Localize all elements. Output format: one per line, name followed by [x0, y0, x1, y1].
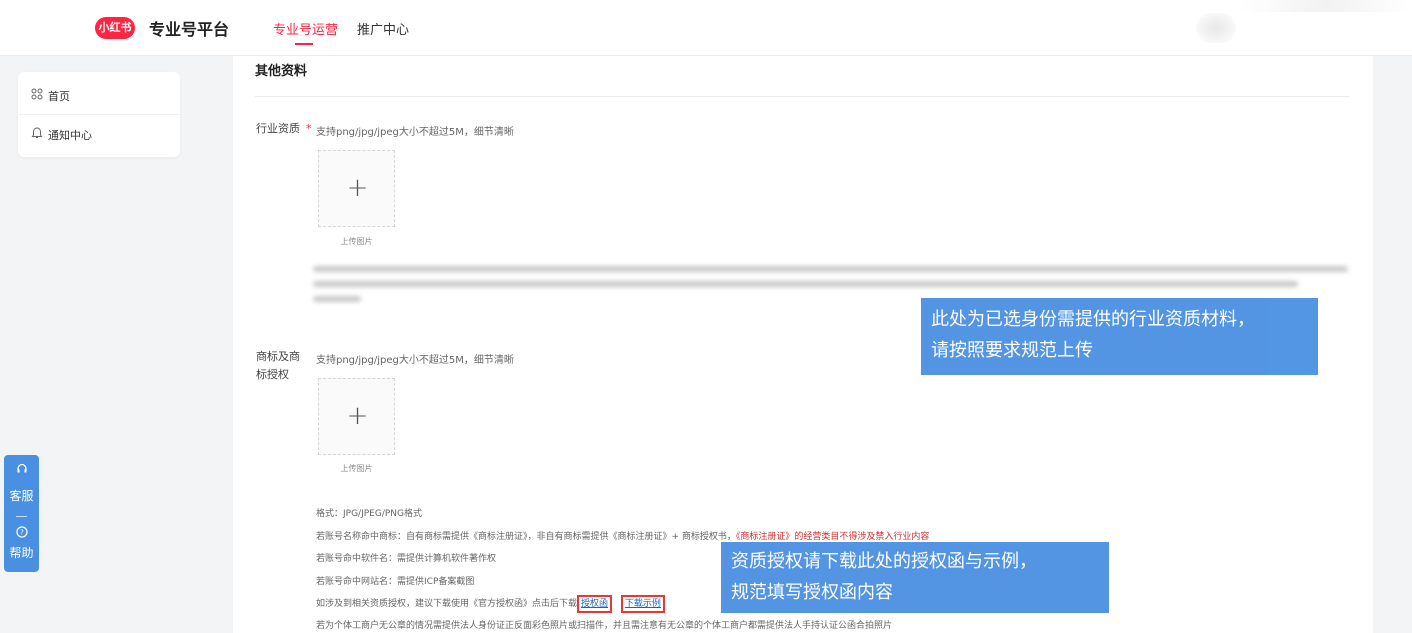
website-note: 若账号命中网站名：需提供ICP备案截图: [316, 577, 475, 587]
avatar[interactable]: [1196, 13, 1236, 43]
sidebar-item-label: 首页: [48, 90, 70, 103]
tab-promotion-center[interactable]: 推广中心: [357, 19, 409, 38]
annotation-industry-materials: 此处为已选身份需提供的行业资质材料， 请按照要求规范上传: [921, 298, 1318, 375]
right-gutter: [1373, 56, 1412, 633]
authorization-letter-link[interactable]: 授权函: [577, 595, 613, 613]
trademark-note: 若账号名称命中商标：自有商标需提供《商标注册证》，非自有商标需提供《商标注册证》…: [316, 529, 929, 542]
help-button[interactable]: 帮助: [4, 544, 39, 561]
platform-title: 专业号平台: [149, 20, 230, 39]
customer-service-button[interactable]: 客服: [4, 487, 39, 504]
floating-help-bar: 客服 ? 帮助: [4, 455, 39, 572]
industry-qualification-upload[interactable]: +: [318, 150, 395, 227]
headset-icon[interactable]: [4, 463, 39, 478]
brand-logo[interactable]: 小红书: [95, 17, 135, 39]
annotation-line: 此处为已选身份需提供的行业资质材料，: [931, 309, 1255, 330]
annotation-authorization-letter: 资质授权请下载此处的授权函与示例， 规范填写授权函内容: [721, 542, 1109, 613]
annotation-line: 规范填写授权函内容: [731, 582, 893, 603]
trademark-label: 商标及商标授权: [256, 350, 300, 381]
software-note: 若账号命中软件名：需提供计算机软件著作权: [316, 554, 497, 564]
required-mark: *: [306, 122, 312, 135]
industry-qualification-label: 行业资质 *: [256, 120, 316, 138]
trademark-note-text: 若账号名称命中商标：自有商标需提供《商标注册证》，非自有商标需提供《商标注册证》…: [316, 532, 736, 542]
bell-icon: [31, 127, 43, 139]
help-icon[interactable]: ?: [4, 526, 39, 541]
format-note: 格式：JPG/JPEG/PNG格式: [316, 509, 422, 519]
sidebar-item-notifications[interactable]: 通知中心: [18, 115, 180, 155]
annotation-line: 资质授权请下载此处的授权函与示例，: [731, 551, 1037, 572]
divider: [16, 516, 27, 517]
upload-image-label: 上传图片: [340, 237, 373, 246]
industry-qualification-hint: 支持png/jpg/jpeg大小不超过5M，细节清晰: [316, 127, 514, 138]
tab-professional-operation[interactable]: 专业号运营: [273, 19, 338, 38]
svg-text:?: ?: [20, 529, 24, 537]
header-blurred-area: [1240, 0, 1412, 12]
annotation-line: 请按照要求规范上传: [931, 340, 1093, 361]
sidebar-item-label: 通知中心: [48, 129, 92, 142]
plus-icon: +: [346, 173, 369, 203]
authorization-note: 如涉及到相关资质授权，建议下载使用《官方授权函》点击后下载 授权函 下载示例: [316, 595, 665, 613]
individual-business-note: 若为个体工商户无公章的情况需提供法人身份证正反面彩色照片或扫描件，并且需注意有无…: [316, 621, 893, 631]
plus-icon: +: [346, 401, 369, 431]
section-divider: [255, 96, 1350, 97]
trademark-upload[interactable]: +: [318, 378, 395, 455]
top-header: 小红书 专业号平台 专业号运营 推广中心: [0, 0, 1412, 56]
sidebar-item-home[interactable]: 首页: [18, 76, 180, 116]
sidebar-nav: 首页 通知中心: [18, 72, 180, 157]
section-title: 其他资料: [255, 64, 308, 79]
upload-image-label: 上传图片: [340, 464, 373, 473]
field-label-text: 行业资质: [256, 122, 300, 135]
authorization-note-text: 如涉及到相关资质授权，建议下载使用《官方授权函》点击后下载: [316, 599, 578, 609]
download-example-link[interactable]: 下载示例: [620, 595, 665, 613]
grid-icon: [31, 88, 43, 100]
active-tab-indicator: [295, 43, 313, 45]
trademark-hint: 支持png/jpg/jpeg大小不超过5M，细节清晰: [316, 355, 514, 366]
trademark-warning: 《商标注册证》的经营类目不得涉及禁入行业内容: [735, 532, 930, 542]
